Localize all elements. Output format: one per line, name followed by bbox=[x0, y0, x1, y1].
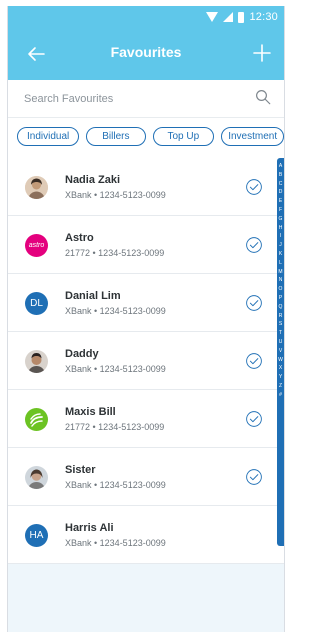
filter-chip-top-up[interactable]: Top Up bbox=[152, 126, 215, 146]
index-letter[interactable]: O bbox=[277, 285, 284, 294]
contact-name: Nadia Zaki bbox=[65, 174, 121, 186]
index-letter[interactable]: I bbox=[277, 232, 284, 241]
avatar bbox=[25, 350, 48, 373]
list-item[interactable]: HA Harris Ali XBank • 1234-5123-0099 bbox=[8, 506, 284, 564]
filter-chip-billers[interactable]: Billers bbox=[86, 126, 146, 146]
contact-name: Maxis Bill bbox=[65, 406, 116, 418]
avatar: DL bbox=[25, 292, 48, 315]
contact-name: Danial Lim bbox=[65, 290, 121, 302]
index-letter[interactable]: P bbox=[277, 294, 284, 303]
index-letter[interactable]: M bbox=[277, 268, 284, 277]
avatar-initials: DL bbox=[30, 298, 43, 309]
search-icon[interactable] bbox=[254, 88, 272, 106]
index-letter[interactable]: E bbox=[277, 197, 284, 206]
add-icon[interactable] bbox=[250, 41, 274, 65]
index-letter[interactable]: A bbox=[277, 162, 284, 171]
index-letter[interactable]: H bbox=[277, 224, 284, 233]
avatar-initials: HA bbox=[29, 530, 44, 541]
index-letter[interactable]: N bbox=[277, 276, 284, 285]
index-letter[interactable]: F bbox=[277, 206, 284, 215]
page-title: Favourites bbox=[110, 44, 182, 60]
index-letter[interactable]: J bbox=[277, 241, 284, 250]
index-letter[interactable]: # bbox=[277, 391, 284, 400]
phone-screen: 12:30 Favourites Individual Billers Top … bbox=[7, 6, 285, 632]
wifi-icon bbox=[206, 12, 219, 22]
list-item[interactable]: astro Astro 21772 • 1234-5123-0099 bbox=[8, 216, 284, 274]
contact-name: Sister bbox=[65, 464, 96, 476]
check-circle-icon[interactable] bbox=[245, 236, 263, 254]
list-item[interactable]: DL Danial Lim XBank • 1234-5123-0099 bbox=[8, 274, 284, 332]
status-bar: 12:30 bbox=[8, 6, 284, 28]
index-letter[interactable]: V bbox=[277, 347, 284, 356]
person-photo-icon bbox=[25, 350, 48, 373]
contact-account: 21772 • 1234-5123-0099 bbox=[65, 422, 165, 432]
list-item[interactable]: Sister XBank • 1234-5123-0099 bbox=[8, 448, 284, 506]
index-letter[interactable]: K bbox=[277, 250, 284, 259]
contact-account: XBank • 1234-5123-0099 bbox=[65, 480, 166, 490]
index-letter[interactable]: W bbox=[277, 356, 284, 365]
index-letter[interactable]: U bbox=[277, 338, 284, 347]
list-item[interactable]: Maxis Bill 21772 • 1234-5123-0099 bbox=[8, 390, 284, 448]
index-letter[interactable]: B bbox=[277, 171, 284, 180]
alphabet-index-scrollbar[interactable]: A B C D E F G H I J K L M N O P Q R S T U V W X Y Z # bbox=[277, 158, 284, 546]
battery-icon bbox=[238, 11, 245, 23]
index-letter[interactable]: Z bbox=[277, 382, 284, 391]
filter-chip-investment[interactable]: Investment bbox=[221, 126, 284, 146]
check-circle-icon[interactable] bbox=[245, 352, 263, 370]
filter-chip-individual[interactable]: Individual bbox=[17, 126, 80, 146]
contact-account: 21772 • 1234-5123-0099 bbox=[65, 248, 165, 258]
maxis-swirl-icon bbox=[30, 413, 43, 427]
index-letter[interactable]: S bbox=[277, 320, 284, 329]
contact-account: XBank • 1234-5123-0099 bbox=[65, 538, 166, 548]
contact-name: Harris Ali bbox=[65, 522, 114, 534]
index-letter[interactable]: X bbox=[277, 364, 284, 373]
contact-name: Daddy bbox=[65, 348, 99, 360]
contact-account: XBank • 1234-5123-0099 bbox=[65, 364, 166, 374]
status-icons: 12:30 bbox=[206, 11, 278, 23]
index-letter[interactable]: Y bbox=[277, 373, 284, 382]
avatar bbox=[25, 176, 48, 199]
person-photo-icon bbox=[25, 466, 48, 489]
maxis-logo-icon bbox=[25, 408, 48, 431]
index-letter[interactable]: L bbox=[277, 259, 284, 268]
index-letter[interactable]: D bbox=[277, 188, 284, 197]
index-letter[interactable]: R bbox=[277, 312, 284, 321]
avatar-text: astro bbox=[28, 242, 45, 249]
check-circle-icon[interactable] bbox=[245, 178, 263, 196]
index-letter[interactable]: C bbox=[277, 180, 284, 189]
signal-icon bbox=[223, 12, 234, 22]
contact-account: XBank • 1234-5123-0099 bbox=[65, 306, 166, 316]
search-input[interactable] bbox=[24, 90, 244, 108]
contact-name: Astro bbox=[65, 232, 94, 244]
check-circle-icon[interactable] bbox=[245, 410, 263, 428]
check-circle-icon[interactable] bbox=[245, 468, 263, 486]
astro-logo-icon: astro bbox=[25, 234, 48, 257]
search-bar bbox=[8, 80, 284, 118]
index-letter[interactable]: G bbox=[277, 215, 284, 224]
check-circle-icon[interactable] bbox=[245, 294, 263, 312]
status-time: 12:30 bbox=[249, 11, 278, 23]
index-letter[interactable]: T bbox=[277, 329, 284, 338]
avatar: HA bbox=[25, 524, 48, 547]
contact-account: XBank • 1234-5123-0099 bbox=[65, 190, 166, 200]
favourites-list: Nadia Zaki XBank • 1234-5123-0099 astro … bbox=[8, 158, 284, 632]
index-letter[interactable]: Q bbox=[277, 303, 284, 312]
list-item[interactable]: Daddy XBank • 1234-5123-0099 bbox=[8, 332, 284, 390]
person-photo-icon bbox=[25, 176, 48, 199]
avatar bbox=[25, 466, 48, 489]
app-bar: Favourites bbox=[8, 28, 284, 80]
list-item[interactable]: Nadia Zaki XBank • 1234-5123-0099 bbox=[8, 158, 284, 216]
filter-chips: Individual Billers Top Up Investment bbox=[8, 118, 284, 154]
